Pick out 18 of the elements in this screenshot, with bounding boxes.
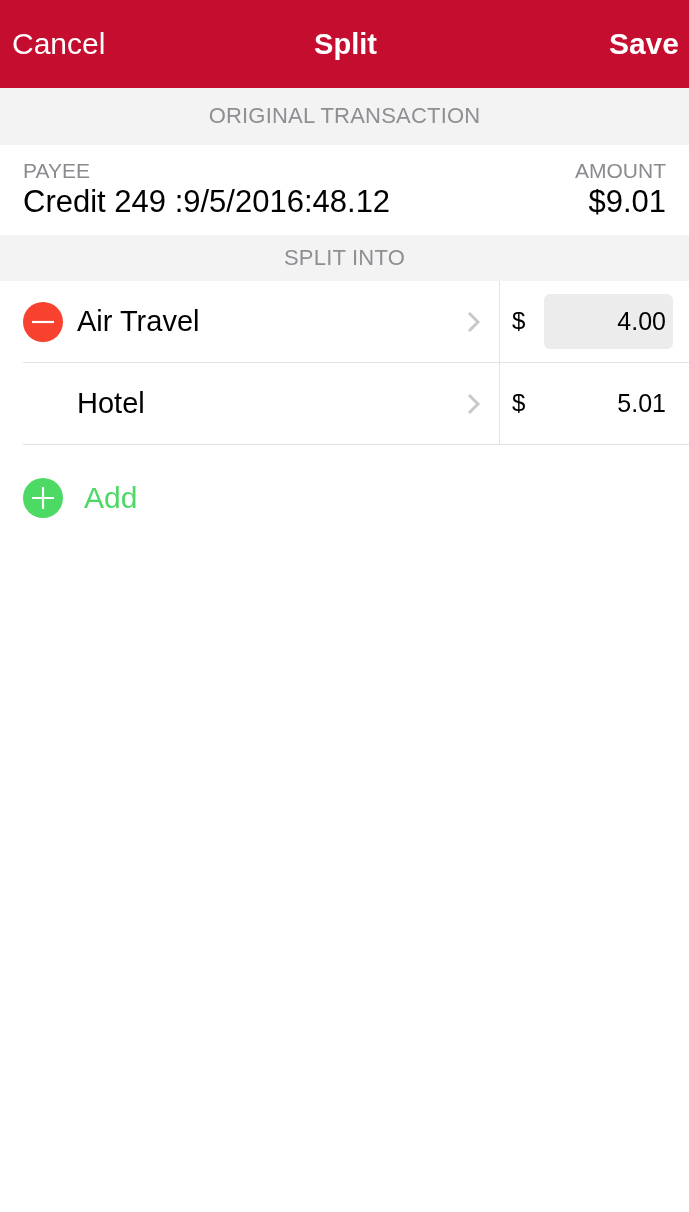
save-button[interactable]: Save — [608, 26, 679, 62]
cancel-button[interactable]: Cancel — [12, 26, 106, 62]
section-title: ORIGINAL TRANSACTION — [208, 103, 481, 130]
screen-title: Split — [314, 26, 377, 62]
payee-label: PAYEE — [23, 158, 91, 184]
category-name[interactable]: Air Travel — [77, 304, 200, 339]
currency-symbol: $ — [512, 307, 526, 336]
delete-icon[interactable] — [23, 301, 63, 342]
payee-value: Credit 249 :9/5/2016:48.12 — [23, 183, 391, 221]
amount-field[interactable]: 5.01 — [544, 376, 673, 431]
chevron-icon — [467, 392, 480, 415]
currency-symbol: $ — [512, 389, 526, 418]
amount-value: $9.01 — [588, 183, 666, 221]
amount-field[interactable]: 4.00 — [544, 294, 673, 349]
section-title: SPLIT INTO — [284, 244, 405, 272]
chevron-icon — [467, 310, 480, 333]
category-name[interactable]: Hotel — [77, 386, 145, 421]
amount-label: AMOUNT — [575, 158, 666, 184]
